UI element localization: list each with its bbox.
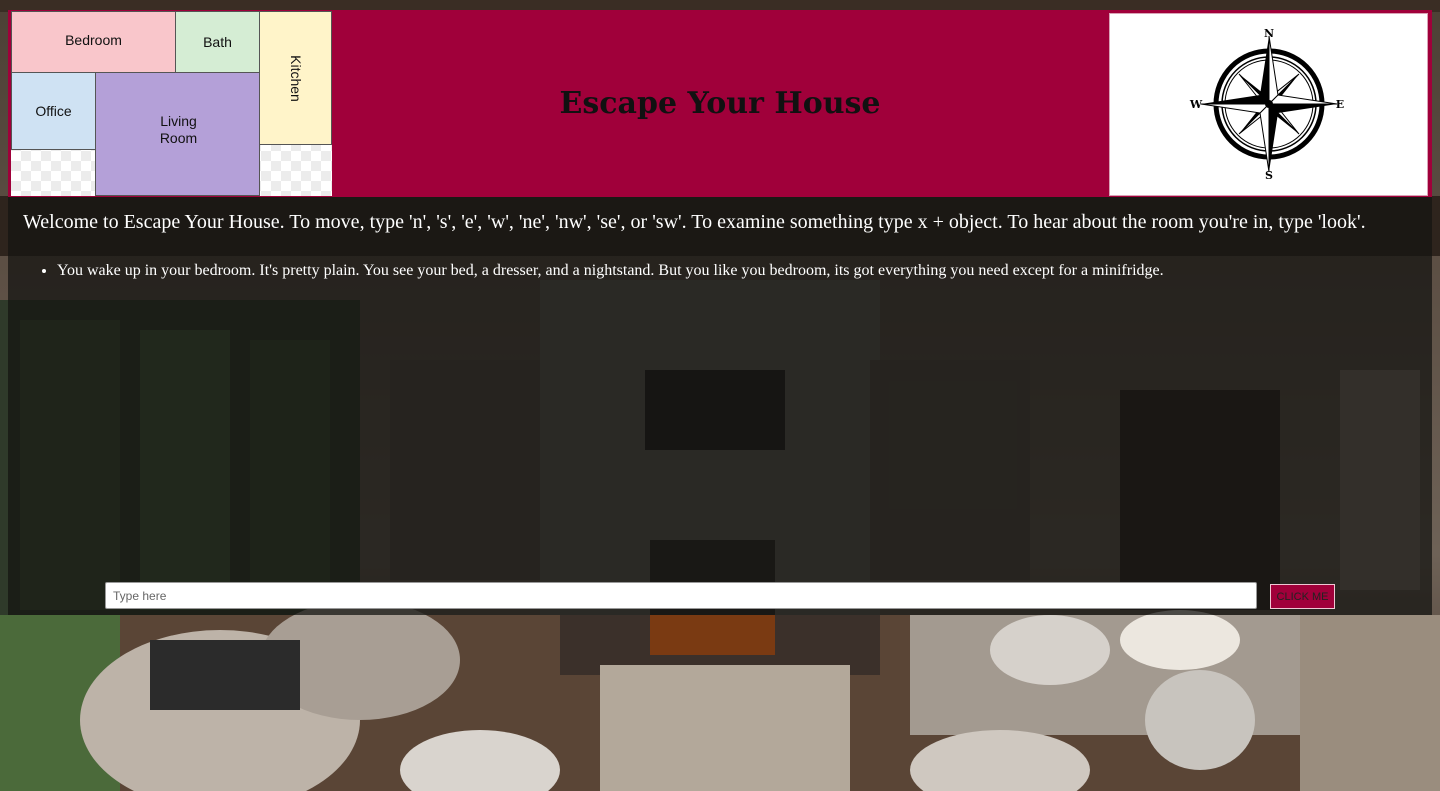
command-input[interactable]: [105, 582, 1257, 609]
map-room-bedroom: Bedroom: [11, 11, 176, 73]
compass-north-label: N: [1264, 27, 1274, 40]
map-room-bath: Bath: [175, 11, 260, 73]
welcome-instructions: Welcome to Escape Your House. To move, t…: [23, 211, 1366, 233]
map-room-kitchen-label: Kitchen: [287, 54, 304, 102]
compass-panel: N S E W: [1109, 13, 1428, 196]
map-room-office: Office: [11, 72, 96, 150]
header-banner: Bedroom Bath Kitchen Office Living Room …: [8, 10, 1432, 197]
compass-rose-icon: N S E W: [1189, 27, 1344, 182]
map-room-kitchen: Kitchen: [259, 11, 332, 145]
game-log: You wake up in your bedroom. It's pretty…: [33, 261, 1437, 281]
map-room-office-label: Office: [35, 102, 72, 119]
game-panel: Welcome to Escape Your House. To move, t…: [8, 197, 1432, 615]
map-room-bath-label: Bath: [203, 33, 232, 50]
page-title: Escape Your House: [559, 86, 881, 121]
compass-west-label: W: [1189, 98, 1203, 111]
floor-plan-map: Bedroom Bath Kitchen Office Living Room: [11, 11, 332, 196]
map-room-living-label-line1: Living: [160, 113, 197, 129]
compass-south-label: S: [1265, 169, 1273, 182]
compass-east-label: E: [1336, 98, 1344, 111]
game-log-entry: You wake up in your bedroom. It's pretty…: [57, 261, 1437, 281]
map-room-living-label: Living Room: [160, 113, 197, 147]
submit-command-button[interactable]: CLICK ME: [1270, 584, 1335, 609]
map-room-living-room: Living Room: [95, 72, 260, 196]
map-room-living-label-line2: Room: [159, 130, 198, 146]
map-room-bedroom-label: Bedroom: [65, 32, 122, 48]
